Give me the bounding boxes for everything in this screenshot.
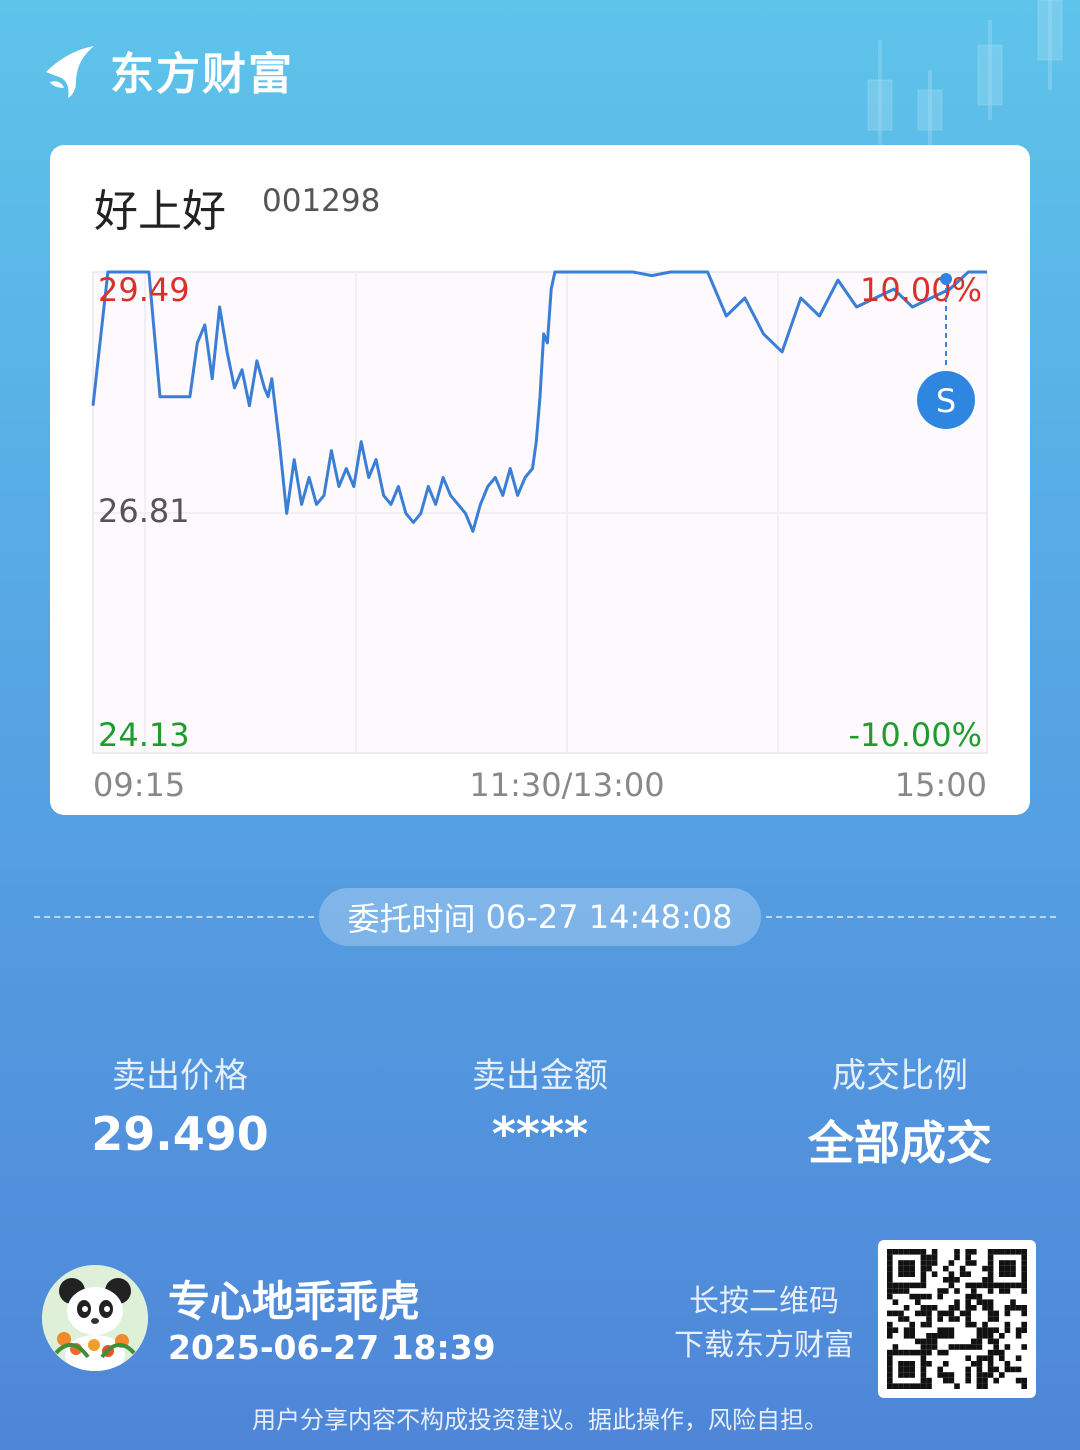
sell-marker-label: S [936, 382, 956, 420]
stock-chart-card[interactable]: 好上好 001298 29.49 26.81 24.13 10.00% -10.… [50, 145, 1030, 815]
stat-label: 卖出价格 [112, 1056, 248, 1096]
x-tick-midday: 11:30/13:00 [469, 766, 664, 804]
stat-sell-price: 卖出价格 29.490 [40, 1048, 320, 1161]
stat-value: 全部成交 [808, 1116, 992, 1170]
intraday-chart[interactable]: 29.49 26.81 24.13 10.00% -10.00% S 09:15… [50, 145, 1030, 815]
stat-value: **** [491, 1107, 589, 1161]
stat-label: 卖出金额 [472, 1056, 608, 1096]
stat-sell-amount: 卖出金额 **** [400, 1048, 680, 1161]
y-tick-low: 24.13 [98, 716, 190, 754]
panda-avatar-icon[interactable] [42, 1265, 148, 1371]
x-tick-close: 15:00 [895, 766, 987, 804]
user-name: 专心地乖乖虎 [168, 1277, 421, 1326]
dashed-divider [766, 916, 1056, 918]
eastmoney-logo-icon [46, 46, 94, 98]
share-time: 2025-06-27 18:39 [168, 1328, 496, 1367]
qr-code-icon[interactable] [878, 1240, 1036, 1398]
disclaimer: 用户分享内容不构成投资建议。据此操作，风险自担。 [252, 1406, 828, 1434]
y-tick-pct-low: -10.00% [848, 716, 982, 754]
order-time-row: 委托时间 06-27 14:48:08 [0, 888, 1080, 946]
brand-name: 东方财富 [110, 49, 294, 100]
marker-dot [940, 273, 952, 285]
y-tick-high: 29.49 [98, 271, 190, 309]
background-candles-icon [867, 0, 1063, 150]
order-time-pill: 委托时间 06-27 14:48:08 [319, 888, 761, 946]
stat-value: 29.490 [91, 1107, 269, 1161]
x-tick-open: 09:15 [93, 766, 185, 804]
qr-hint-line: 长按二维码 [689, 1284, 839, 1319]
order-time-label: 委托时间 [347, 900, 476, 938]
dashed-divider [34, 916, 314, 918]
order-time-value: 06-27 14:48:08 [485, 898, 733, 936]
y-tick-ref: 26.81 [98, 492, 190, 530]
stat-fill-ratio: 成交比例 全部成交 [760, 1048, 1040, 1173]
qr-hint: 长按二维码 下载东方财富 [664, 1280, 864, 1368]
brand-header: 东方财富 [42, 40, 294, 100]
y-tick-pct-high: 10.00% [860, 271, 982, 309]
stat-label: 成交比例 [832, 1056, 968, 1096]
qr-hint-line: 下载东方财富 [674, 1328, 854, 1363]
